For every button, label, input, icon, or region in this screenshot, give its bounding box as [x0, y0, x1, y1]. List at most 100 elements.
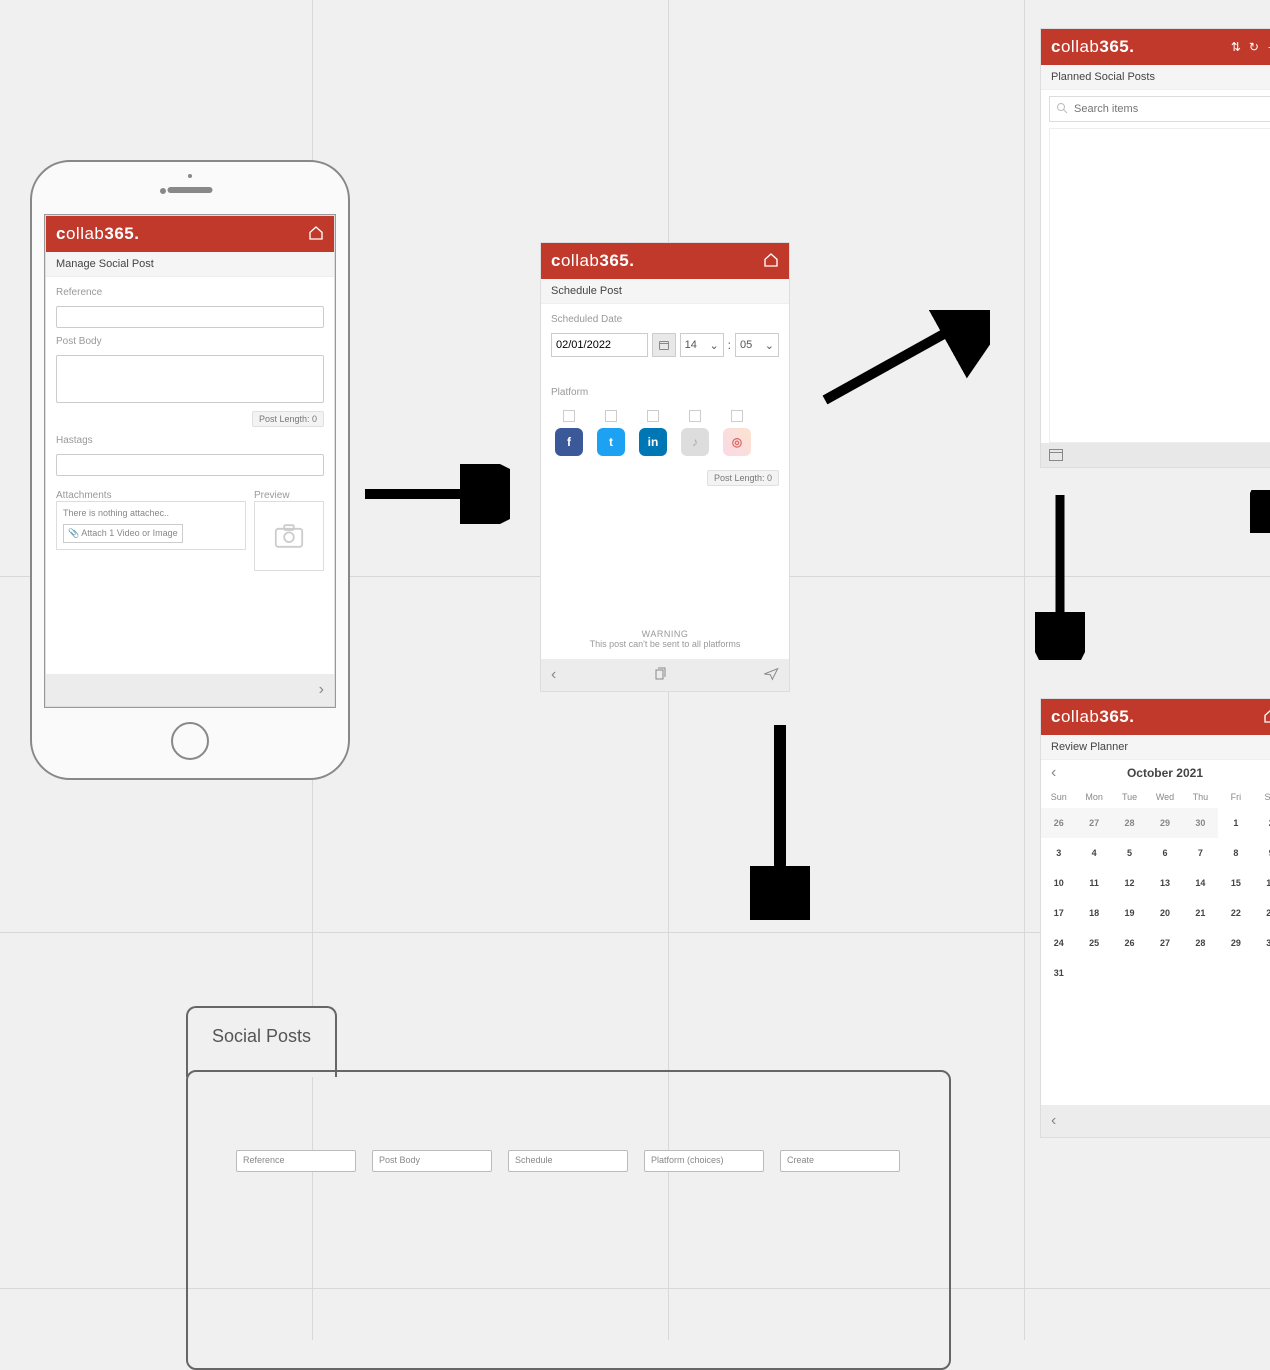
- chevron-down-icon: ⌄: [709, 339, 718, 352]
- calendar-day[interactable]: 7: [1183, 838, 1218, 868]
- calendar-day[interactable]: 14: [1183, 868, 1218, 898]
- schema-field: Schedule: [508, 1150, 628, 1172]
- calendar-day[interactable]: 28: [1112, 808, 1147, 838]
- calendar-day[interactable]: 21: [1183, 898, 1218, 928]
- calendar-day[interactable]: 30: [1254, 928, 1270, 958]
- page-title: Review Planner: [1041, 735, 1270, 760]
- calendar-day[interactable]: 31: [1041, 958, 1076, 988]
- calendar-day[interactable]: 13: [1147, 868, 1182, 898]
- calendar-day[interactable]: 20: [1147, 898, 1182, 928]
- calendar-day[interactable]: 26: [1041, 808, 1076, 838]
- month-label: October 2021: [1127, 766, 1203, 780]
- calendar-day[interactable]: 19: [1112, 898, 1147, 928]
- chevron-down-icon: ⌄: [765, 339, 774, 352]
- day-header: Wed: [1147, 786, 1182, 808]
- tiktok-icon[interactable]: ♪: [681, 428, 709, 456]
- calendar-day[interactable]: 4: [1076, 838, 1111, 868]
- calendar-day[interactable]: 22: [1218, 898, 1253, 928]
- warning-title: WARNING: [551, 629, 779, 639]
- flow-arrow: [1250, 490, 1270, 660]
- warning-body: This post can't be sent to all platforms: [551, 639, 779, 649]
- brand-logo: collab365.: [56, 224, 140, 244]
- next-icon[interactable]: ›: [319, 681, 324, 699]
- sort-icon[interactable]: ⇅: [1231, 40, 1241, 54]
- calendar-day[interactable]: 17: [1041, 898, 1076, 928]
- calendar-day[interactable]: 15: [1218, 868, 1253, 898]
- schema-field: Reference: [236, 1150, 356, 1172]
- send-icon[interactable]: [763, 667, 779, 684]
- review-planner-screen: collab365. Review Planner ‹ October 2021…: [1040, 698, 1270, 1138]
- calendar-day[interactable]: 5: [1112, 838, 1147, 868]
- calendar-day[interactable]: 10: [1041, 868, 1076, 898]
- calendar-day[interactable]: 1: [1218, 808, 1253, 838]
- flow-arrow: [360, 464, 510, 524]
- schedule-post-screen: collab365. Schedule Post Scheduled Date …: [540, 242, 790, 692]
- calendar-day[interactable]: 12: [1112, 868, 1147, 898]
- hashtags-input[interactable]: [56, 454, 324, 476]
- calendar-day[interactable]: 6: [1147, 838, 1182, 868]
- calendar-day[interactable]: 11: [1076, 868, 1111, 898]
- instagram-icon[interactable]: ◎: [723, 428, 751, 456]
- calendar-day[interactable]: 23: [1254, 898, 1270, 928]
- calendar-day[interactable]: 16: [1254, 868, 1270, 898]
- postbody-input[interactable]: [56, 355, 324, 403]
- preview-label: Preview: [254, 490, 324, 501]
- results-area: [1049, 128, 1270, 443]
- planned-posts-screen: collab365. ⇅ ↻ ＋ Planned Social Posts: [1040, 28, 1270, 468]
- date-input[interactable]: [551, 333, 648, 357]
- hour-select[interactable]: 14⌄: [680, 333, 724, 357]
- calendar-day[interactable]: 27: [1147, 928, 1182, 958]
- calendar-day[interactable]: 8: [1218, 838, 1253, 868]
- platform-checkbox[interactable]: [689, 410, 701, 422]
- platform-checkbox[interactable]: [605, 410, 617, 422]
- platform-checkbox[interactable]: [563, 410, 575, 422]
- calendar-day[interactable]: 24: [1041, 928, 1076, 958]
- twitter-icon[interactable]: t: [597, 428, 625, 456]
- copy-icon[interactable]: [654, 667, 666, 684]
- attachments-empty-text: There is nothing attachec..: [63, 508, 239, 518]
- search-icon: [1056, 102, 1068, 117]
- search-row: [1049, 96, 1270, 122]
- calendar-day[interactable]: 27: [1076, 808, 1111, 838]
- calendar-icon[interactable]: [652, 333, 676, 357]
- linkedin-icon[interactable]: in: [639, 428, 667, 456]
- refresh-icon[interactable]: ↻: [1249, 40, 1259, 54]
- facebook-icon[interactable]: f: [555, 428, 583, 456]
- schema-field: Create: [780, 1150, 900, 1172]
- reference-label: Reference: [56, 287, 324, 298]
- platform-checkbox[interactable]: [647, 410, 659, 422]
- prev-month-icon[interactable]: ‹: [1047, 764, 1060, 782]
- calendar-day[interactable]: 25: [1076, 928, 1111, 958]
- calendar-day[interactable]: 29: [1147, 808, 1182, 838]
- minute-select[interactable]: 05⌄: [735, 333, 779, 357]
- calendar-day[interactable]: 3: [1041, 838, 1076, 868]
- search-input[interactable]: [1074, 103, 1270, 115]
- home-icon[interactable]: [763, 252, 779, 271]
- back-icon[interactable]: ‹: [1051, 1112, 1056, 1130]
- reference-input[interactable]: [56, 306, 324, 328]
- attach-button[interactable]: 📎 Attach 1 Video or Image: [63, 524, 183, 543]
- folder-label: Social Posts: [212, 1026, 311, 1046]
- calendar-day[interactable]: 26: [1112, 928, 1147, 958]
- social-posts-folder: [186, 1070, 951, 1370]
- hashtags-label: Hastags: [56, 435, 324, 446]
- calendar-day[interactable]: 28: [1183, 928, 1218, 958]
- back-icon[interactable]: ‹: [551, 666, 556, 684]
- home-icon[interactable]: [1263, 708, 1270, 727]
- app-header: collab365.: [46, 216, 334, 252]
- day-header: Sat: [1254, 786, 1270, 808]
- calendar-day[interactable]: 18: [1076, 898, 1111, 928]
- home-icon[interactable]: [308, 225, 324, 244]
- bottom-bar: [1041, 443, 1270, 467]
- day-header: Tue: [1112, 786, 1147, 808]
- brand-logo: collab365.: [1051, 707, 1135, 727]
- page-title: Planned Social Posts: [1041, 65, 1270, 90]
- calendar-day[interactable]: 30: [1183, 808, 1218, 838]
- platform-checkbox[interactable]: [731, 410, 743, 422]
- calendar-day[interactable]: 29: [1218, 928, 1253, 958]
- calendar-day[interactable]: 9: [1254, 838, 1270, 868]
- calendar-icon[interactable]: [1049, 449, 1063, 461]
- calendar-day[interactable]: 2: [1254, 808, 1270, 838]
- flow-arrow: [820, 310, 990, 410]
- postbody-label: Post Body: [56, 336, 324, 347]
